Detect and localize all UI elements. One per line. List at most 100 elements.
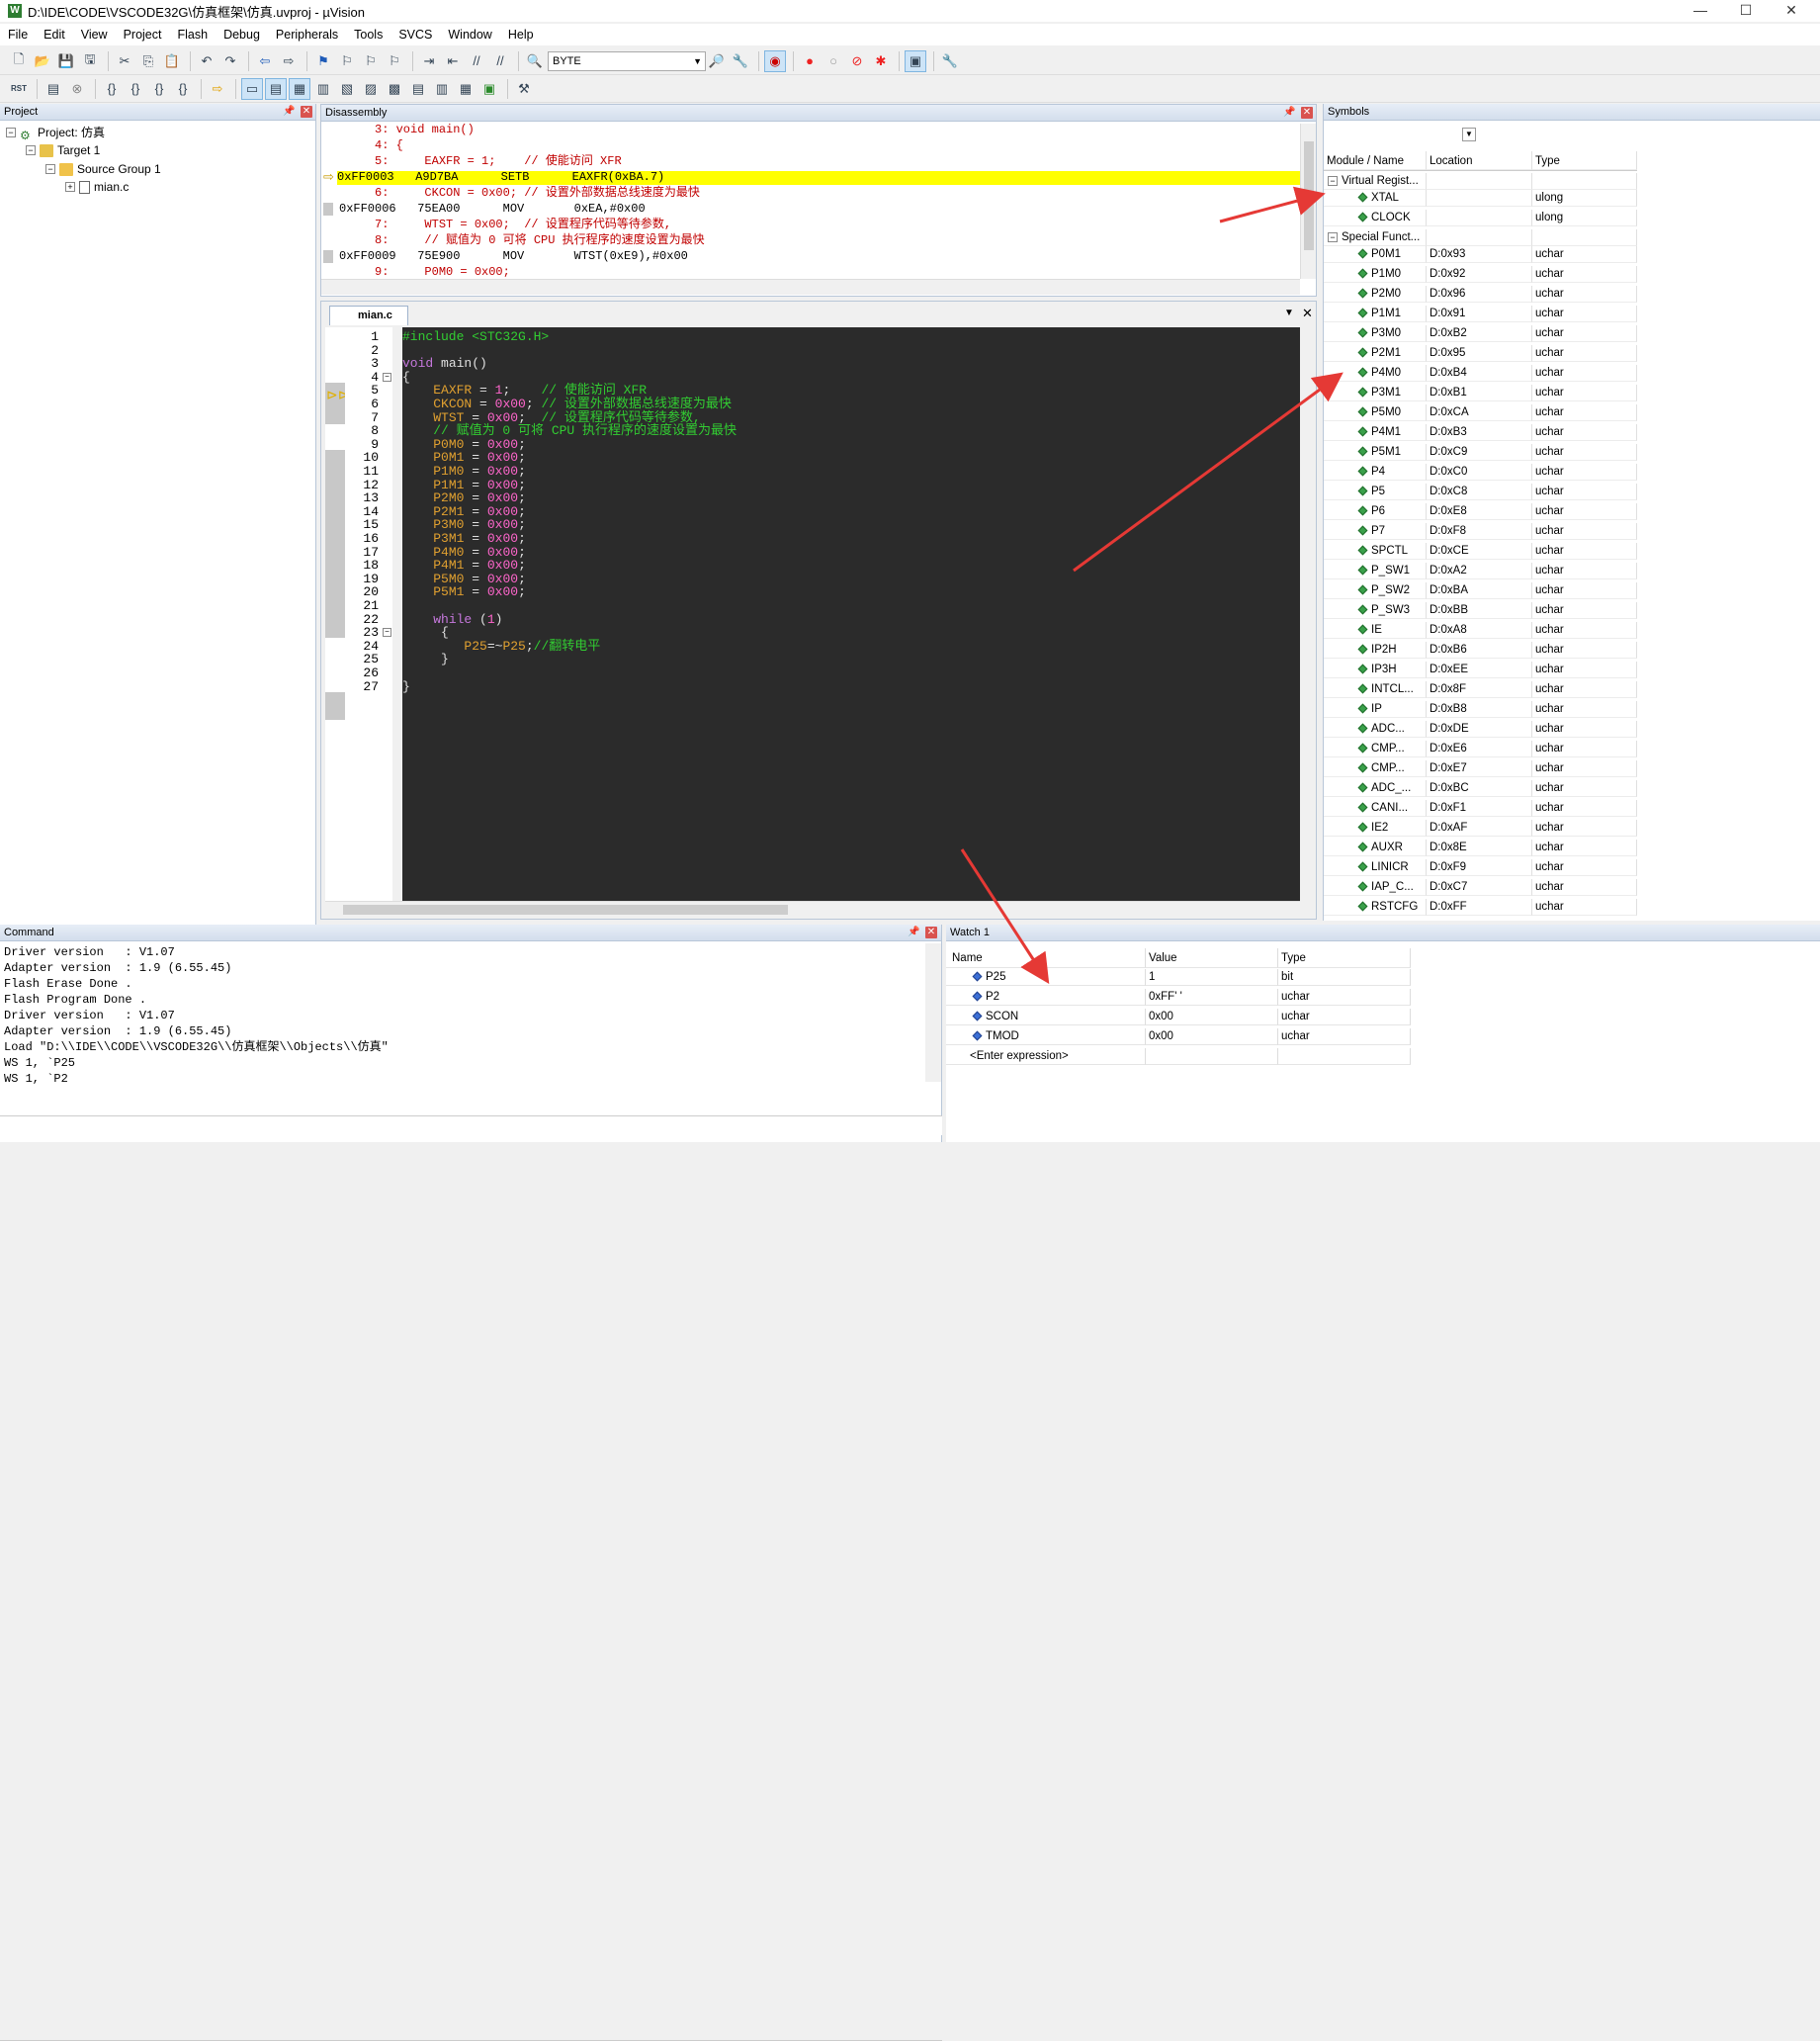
step-over-icon[interactable]: {} [125, 78, 146, 100]
col-type[interactable]: Type [1532, 151, 1637, 170]
nav-forward-icon[interactable]: ⇨ [278, 50, 300, 72]
disassembly-line[interactable]: 0xFF0009 75E900 MOV WTST(0xE9),#0x00 [339, 249, 1298, 264]
run-to-cursor-icon[interactable]: {} [172, 78, 194, 100]
symbol-row[interactable]: P2M0 D:0x96 uchar [1324, 286, 1637, 303]
menu-tools[interactable]: Tools [346, 28, 390, 42]
symbol-row[interactable]: P6 D:0xE8 uchar [1324, 503, 1637, 520]
col-name[interactable]: Name [946, 948, 1146, 968]
symbol-row[interactable]: CMP... D:0xE7 uchar [1324, 760, 1637, 777]
symbol-row[interactable]: LINICR D:0xF9 uchar [1324, 859, 1637, 876]
code-line[interactable]: P4M0 = 0x00; [402, 545, 526, 560]
col-value[interactable]: Value [1146, 948, 1278, 968]
symbol-row[interactable]: P5M0 D:0xCA uchar [1324, 404, 1637, 421]
code-line[interactable]: { [402, 626, 449, 640]
code-line[interactable]: P0M0 = 0x00; [402, 437, 526, 452]
memory-window-icon[interactable]: ▩ [384, 78, 405, 100]
save-icon[interactable]: 💾 [55, 50, 77, 72]
watch-enter-expression[interactable]: <Enter expression> [946, 1048, 1411, 1065]
symbol-group[interactable]: − Virtual Regist... [1324, 173, 1637, 190]
run-icon[interactable]: ▤ [43, 78, 64, 100]
system-viewer-icon[interactable]: ▣ [478, 78, 500, 100]
disassembly-line[interactable]: 4: { [339, 138, 1298, 153]
fold-icon[interactable]: − [383, 628, 391, 638]
target-node[interactable]: − Target 1 [26, 141, 100, 159]
watch-value[interactable]: 1 [1146, 969, 1278, 986]
col-module-name[interactable]: Module / Name [1324, 151, 1427, 170]
menu-help[interactable]: Help [500, 28, 542, 42]
symbol-row[interactable]: ADC... D:0xDE uchar [1324, 721, 1637, 738]
symbol-row[interactable]: IP3H D:0xEE uchar [1324, 662, 1637, 678]
pin-icon[interactable]: 📌 [908, 927, 919, 938]
menu-view[interactable]: View [73, 28, 116, 42]
step-in-icon[interactable]: {} [101, 78, 123, 100]
menu-window[interactable]: Window [440, 28, 499, 42]
collapse-icon[interactable]: − [26, 145, 36, 155]
symbol-row[interactable]: P0M1 D:0x93 uchar [1324, 246, 1637, 263]
bookmark-icon[interactable]: ⚑ [312, 50, 334, 72]
symbol-row[interactable]: AUXR D:0x8E uchar [1324, 840, 1637, 856]
code-line[interactable]: P5M1 = 0x00; [402, 585, 526, 599]
disassembly-line[interactable]: 9: P0M0 = 0x00; [339, 265, 1298, 277]
scrollbar-thumb[interactable] [1304, 141, 1314, 250]
symbol-row[interactable]: IAP_C... D:0xC7 uchar [1324, 879, 1637, 896]
code-line[interactable]: P4M1 = 0x00; [402, 559, 526, 573]
code-line[interactable]: void main() [402, 357, 487, 371]
collapse-icon[interactable]: − [1328, 176, 1338, 186]
window-layout-icon[interactable]: ▣ [905, 49, 926, 72]
save-all-icon[interactable]: 🖫 [79, 50, 101, 72]
symbol-row[interactable]: P1M1 D:0x91 uchar [1324, 306, 1637, 322]
code-line[interactable]: P1M0 = 0x00; [402, 465, 526, 479]
pin-icon[interactable]: 📌 [1283, 107, 1295, 119]
call-stack-icon[interactable]: ▧ [336, 78, 358, 100]
comment-icon[interactable]: // [466, 50, 487, 72]
symbol-row[interactable]: P4 D:0xC0 uchar [1324, 464, 1637, 481]
redo-icon[interactable]: ↷ [219, 50, 241, 72]
symbol-row[interactable]: P1M0 D:0x92 uchar [1324, 266, 1637, 283]
find-icon[interactable]: 🔎 [706, 50, 728, 72]
symbol-row[interactable]: IP2H D:0xB6 uchar [1324, 642, 1637, 659]
disassembly-line[interactable]: 6: CKCON = 0x00; // 设置外部数据总线速度为最快 [339, 186, 1298, 201]
project-root-node[interactable]: − ⚙ Project: 仿真 [6, 124, 105, 142]
menu-edit[interactable]: Edit [36, 28, 73, 42]
symbol-row[interactable]: P_SW3 D:0xBB uchar [1324, 602, 1637, 619]
watch-row[interactable]: TMOD 0x00 uchar [946, 1028, 1411, 1045]
watch-row[interactable]: SCON 0x00 uchar [946, 1009, 1411, 1025]
copy-icon[interactable]: ⎘ [137, 50, 159, 72]
collapse-icon[interactable]: − [1328, 232, 1338, 242]
code-line[interactable]: } [402, 679, 410, 694]
menu-file[interactable]: File [0, 28, 36, 42]
step-out-icon[interactable]: {} [148, 78, 170, 100]
bookmark-next-icon[interactable]: ⚐ [360, 50, 382, 72]
symbol-row[interactable]: SPCTL D:0xCE uchar [1324, 543, 1637, 560]
uncomment-icon[interactable]: // [489, 50, 511, 72]
fold-icon[interactable]: − [383, 372, 391, 382]
trace-window-icon[interactable]: ▦ [455, 78, 477, 100]
symbol-row[interactable]: P3M1 D:0xB1 uchar [1324, 385, 1637, 401]
paste-icon[interactable]: 📋 [161, 50, 183, 72]
symbol-row[interactable]: ADC_... D:0xBC uchar [1324, 780, 1637, 797]
cut-icon[interactable]: ✂ [114, 50, 135, 72]
code-line[interactable]: P2M0 = 0x00; [402, 491, 526, 505]
close-icon[interactable]: ✕ [1769, 0, 1814, 22]
watch-value[interactable]: 0x00 [1146, 1028, 1278, 1045]
symbol-row[interactable]: P5 D:0xC8 uchar [1324, 484, 1637, 500]
enter-expression-label[interactable]: <Enter expression> [946, 1048, 1146, 1065]
menu-project[interactable]: Project [116, 28, 170, 42]
expand-icon[interactable]: + [65, 182, 75, 192]
disassembly-current-line[interactable]: 0xFF0003 A9D7BA SETB EAXFR(0xBA.7) [337, 170, 1300, 185]
symbol-row[interactable]: IE2 D:0xAF uchar [1324, 820, 1637, 837]
code-line[interactable]: EAXFR = 1; // 使能访问 XFR [402, 384, 647, 398]
symbol-row[interactable]: CMP... D:0xE6 uchar [1324, 741, 1637, 757]
symbol-row[interactable]: P3M0 D:0xB2 uchar [1324, 325, 1637, 342]
symbol-row[interactable]: P4M1 D:0xB3 uchar [1324, 424, 1637, 441]
reset-icon[interactable]: RST [8, 78, 30, 100]
find-in-files-icon[interactable]: 🔍 [524, 50, 546, 72]
close-icon[interactable]: ✕ [301, 106, 312, 118]
menu-debug[interactable]: Debug [216, 28, 268, 42]
serial-window-icon[interactable]: ▤ [407, 78, 429, 100]
disassembly-lines[interactable]: 3: void main() 4: { 5: EAXFR = 1; // 使能访… [321, 124, 1300, 277]
symbol-group[interactable]: − Special Funct... [1324, 229, 1637, 246]
vertical-scrollbar[interactable] [925, 943, 941, 1082]
byte-combo[interactable]: BYTE ▼ [548, 50, 706, 71]
code-line[interactable]: P1M1 = 0x00; [402, 478, 526, 492]
